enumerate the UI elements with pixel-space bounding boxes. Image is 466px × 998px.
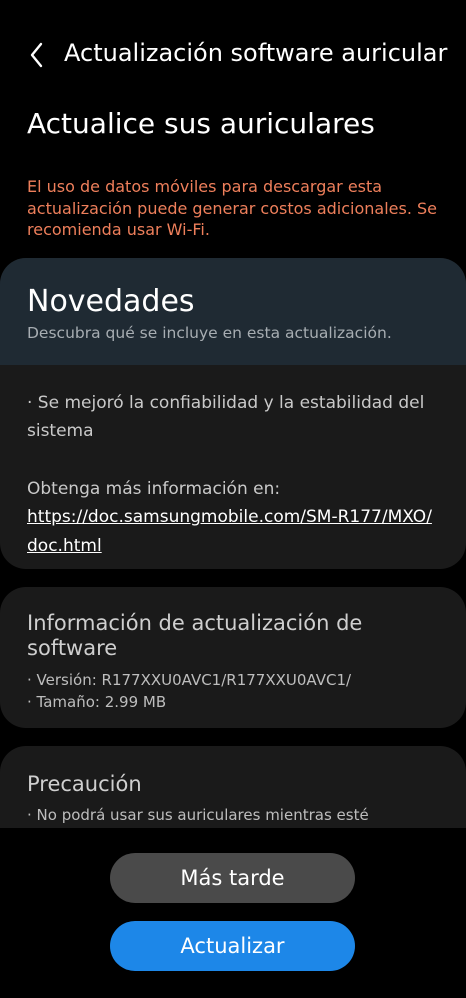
later-button[interactable]: Más tarde	[110, 853, 355, 903]
version-text: · Versión: R177XXU0AVC1/R177XXU0AVC1/	[27, 671, 352, 689]
page-title: Actualice sus auriculares	[27, 107, 375, 140]
top-app-bar: Actualización software auricular	[0, 30, 466, 80]
back-button[interactable]	[22, 38, 54, 72]
header-title: Actualización software auricular	[64, 39, 448, 67]
more-info-label: Obtenga más información en:	[27, 479, 281, 499]
software-info-title: Información de actualización de software	[27, 611, 363, 660]
mobile-data-warning: El uso de datos móviles para descargar e…	[27, 177, 438, 239]
size-text: · Tamaño: 2.99 MB	[27, 693, 167, 711]
caution-text: · No podrá usar sus auriculares mientras…	[27, 806, 369, 824]
whats-new-title: Novedades	[27, 284, 195, 319]
caution-card: Precaución · No podrá usar sus auricular…	[0, 746, 466, 828]
whats-new-subtitle: Descubra qué se incluye en esta actualiz…	[27, 324, 392, 342]
documentation-link[interactable]: https://doc.samsungmobile.com/SM-R177/MX…	[27, 503, 439, 561]
caution-title: Precaución	[27, 772, 142, 796]
whats-new-header: Novedades Descubra qué se incluye en est…	[0, 258, 466, 365]
software-info-card: Información de actualización de software…	[0, 587, 466, 728]
whats-new-card: Novedades Descubra qué se incluye en est…	[0, 258, 466, 569]
whats-new-body: · Se mejoró la confiabilidad y la estabi…	[0, 365, 466, 561]
update-button[interactable]: Actualizar	[110, 921, 355, 971]
list-item: · Se mejoró la confiabilidad y la estabi…	[27, 393, 425, 441]
chevron-left-icon	[30, 42, 43, 68]
